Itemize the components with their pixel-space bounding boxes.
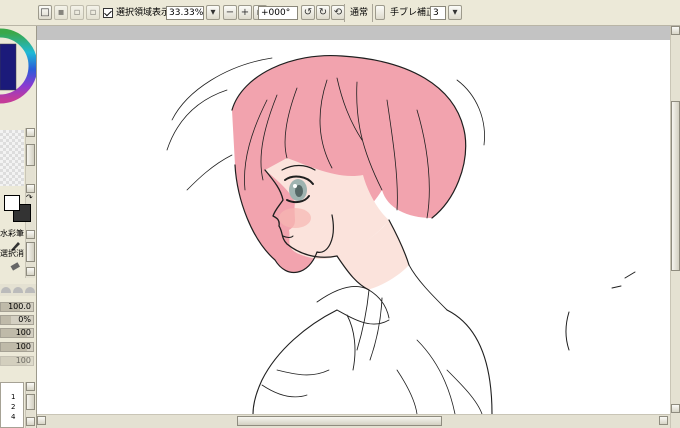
scroll-up-button[interactable]: [671, 26, 680, 35]
rotate-reset-button[interactable]: ⟲: [331, 5, 345, 20]
show-selection-label: 選択領域表示: [116, 8, 171, 18]
slider-value: 100: [15, 342, 31, 351]
scroll-up-button[interactable]: [26, 382, 35, 391]
size-list-scrollbar[interactable]: [25, 382, 35, 428]
blend-mode-select[interactable]: 通常: [347, 6, 369, 20]
cheek-blush: [279, 208, 311, 228]
rotate-reset-icon: ⟲: [333, 7, 343, 18]
rotate-left-icon: ↺: [303, 7, 313, 18]
scroll-down-button[interactable]: [26, 417, 35, 426]
brush-name-label: 水彩筆: [0, 229, 24, 238]
paste-selection-button[interactable]: ▫: [86, 5, 100, 20]
zoom-out-button[interactable]: −: [223, 5, 237, 20]
illustration: [166, 54, 636, 414]
dropdown-icon: ▾: [210, 7, 216, 18]
canvas-horizontal-scrollbar[interactable]: [37, 414, 670, 428]
stabilizer-label: 手ブレ補正: [390, 8, 436, 18]
scroll-up-button[interactable]: [26, 230, 35, 239]
canvas-area[interactable]: [37, 26, 680, 428]
scroll-down-button[interactable]: [26, 267, 35, 276]
shirt-lines: [261, 339, 483, 414]
rotate-right-button[interactable]: ↻: [316, 5, 330, 20]
scroll-down-button[interactable]: [26, 184, 35, 193]
scroll-right-button[interactable]: [659, 416, 668, 425]
brush-shape-icon: [25, 287, 35, 293]
minus-icon: −: [225, 7, 235, 18]
scroll-thumb[interactable]: [26, 394, 35, 410]
slider-value: 0%: [18, 315, 31, 324]
deselect-icon: □: [40, 7, 50, 18]
slider-fill: [1, 316, 11, 324]
dilution-slider[interactable]: 100: [0, 356, 34, 366]
eraser-icon: [10, 262, 20, 271]
list-item[interactable]: 1: [11, 393, 15, 401]
stray-marks: [565, 271, 636, 351]
slider-value: 100.0: [8, 302, 31, 311]
tool-scrollbar[interactable]: [25, 230, 35, 278]
brush-size-list[interactable]: 1 2 4: [0, 382, 24, 428]
show-selection-checkbox[interactable]: [103, 8, 113, 18]
brush-shape-icon: [13, 287, 23, 293]
swatch-grid[interactable]: [0, 130, 24, 186]
toolbar: □ ▪ ▫ ▫ 選択領域表示 33.33% ▾ − + ▫ +000° ↺ ↻ …: [0, 0, 680, 26]
dropdown-icon: ▾: [452, 7, 458, 18]
invert-selection-icon: ▪: [57, 7, 65, 18]
scroll-down-button[interactable]: [671, 404, 680, 413]
density-slider[interactable]: 100: [0, 328, 34, 338]
selection-eraser-tool[interactable]: 選択消し: [0, 249, 32, 273]
scroll-up-button[interactable]: [26, 128, 35, 137]
blending-slider[interactable]: 100: [0, 342, 34, 352]
toolbar-divider: [372, 4, 373, 22]
paste-icon: ▫: [89, 7, 97, 18]
brush-shape-row[interactable]: [0, 284, 36, 296]
scroll-thumb[interactable]: [237, 416, 442, 426]
slider-value: 100: [15, 356, 31, 365]
min-size-slider[interactable]: 0%: [0, 315, 34, 325]
shoulder-outline: [252, 309, 493, 414]
scroll-left-button[interactable]: [37, 416, 46, 425]
zoom-menu-button[interactable]: ▾: [206, 5, 220, 20]
list-item[interactable]: 2: [11, 403, 15, 411]
copy-icon: ▫: [73, 7, 81, 18]
plus-icon: +: [240, 7, 250, 18]
stabilizer-menu-button[interactable]: ▾: [448, 5, 462, 20]
scroll-thumb[interactable]: [26, 144, 35, 166]
canvas-vertical-scrollbar[interactable]: [670, 26, 680, 428]
slider-value: 100: [15, 328, 31, 337]
zoom-in-button[interactable]: +: [238, 5, 252, 20]
invert-selection-button[interactable]: ▪: [54, 5, 68, 20]
swap-colors-icon[interactable]: ↷: [26, 194, 33, 202]
scroll-thumb[interactable]: [671, 101, 680, 271]
list-item[interactable]: 4: [11, 413, 15, 421]
brush-shape-icon: [1, 287, 11, 293]
scroll-thumb[interactable]: [26, 242, 35, 262]
rotate-left-button[interactable]: ↺: [301, 5, 315, 20]
eye-highlight: [293, 184, 297, 188]
deselect-button[interactable]: □: [38, 5, 52, 20]
tool-panel: ↷ 水彩筆 選択消し 100.0 0% 100 100 100 1 2 4: [0, 26, 37, 428]
zoom-field[interactable]: 33.33%: [166, 6, 204, 20]
rotate-right-icon: ↻: [318, 7, 328, 18]
color-wheel[interactable]: [0, 26, 37, 126]
rotation-field[interactable]: +000°: [258, 6, 298, 20]
drawing-canvas[interactable]: [37, 40, 670, 414]
foreground-color-swatch[interactable]: [4, 195, 20, 211]
stabilizer-field[interactable]: 3: [430, 6, 446, 20]
stabilizer-toggle[interactable]: [375, 5, 385, 20]
toolbar-divider: [344, 4, 345, 22]
brush-size-slider[interactable]: 100.0: [0, 302, 34, 312]
copy-selection-button[interactable]: ▫: [70, 5, 84, 20]
